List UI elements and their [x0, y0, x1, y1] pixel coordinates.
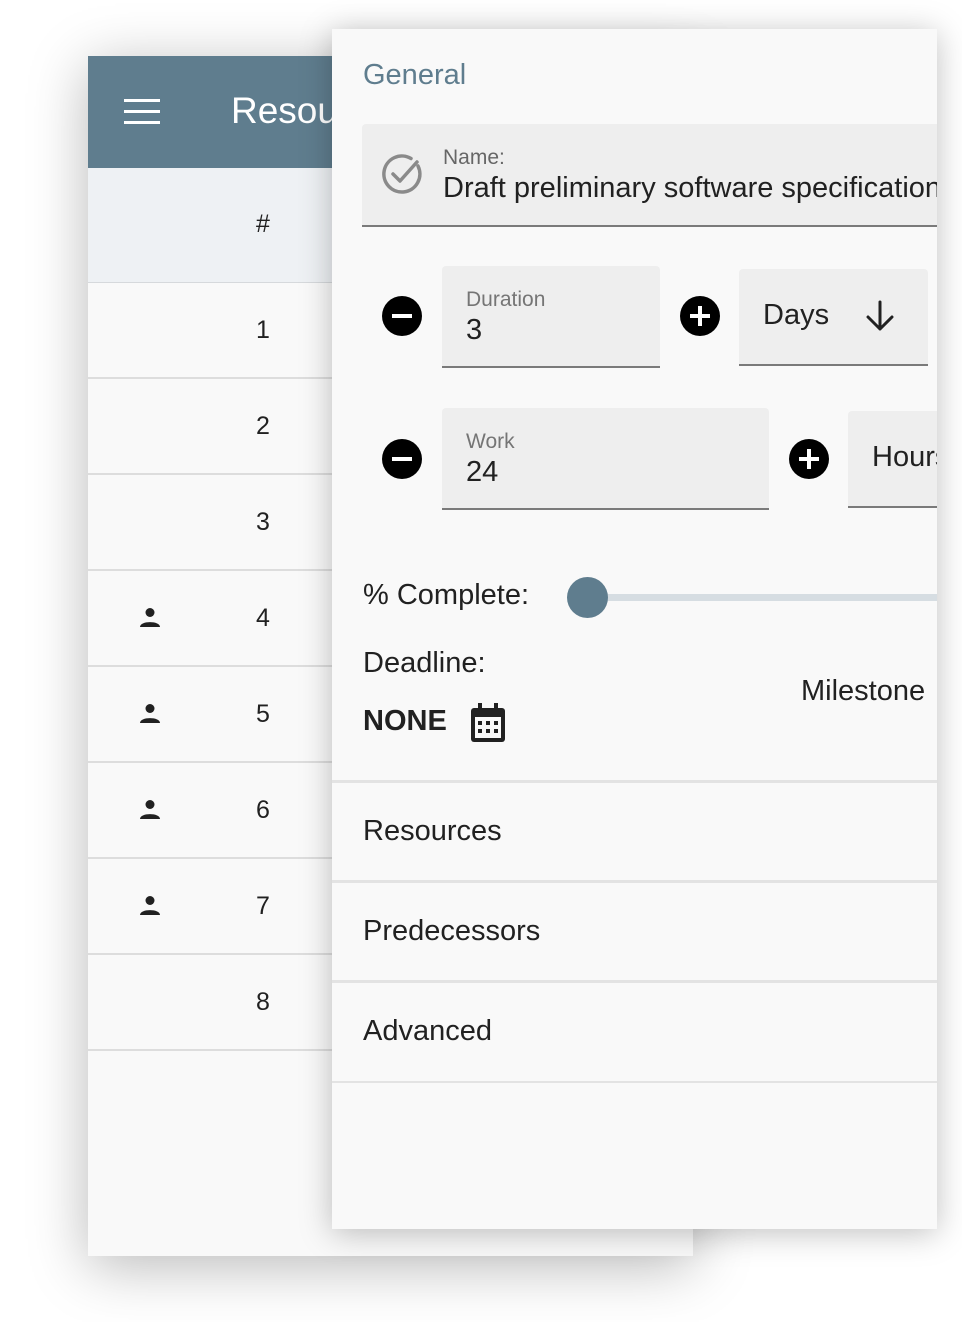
milestone-label: Milestone [801, 675, 926, 707]
percent-complete-slider[interactable] [582, 594, 937, 601]
duration-value: 3 [466, 314, 483, 346]
row-number: 2 [256, 412, 270, 440]
menu-icon[interactable] [124, 98, 160, 126]
percent-complete-label: % Complete: [363, 579, 530, 611]
name-field[interactable]: Name: Draft preliminary software specifi… [362, 124, 937, 227]
duration-label: Duration [466, 288, 546, 311]
row-number: 4 [256, 604, 270, 632]
section-predecessors[interactable]: Predecessors [332, 880, 937, 981]
work-label: Work [466, 430, 515, 453]
duration-field[interactable]: Duration 3 [442, 266, 660, 368]
section-header-general: General [363, 59, 467, 91]
percent-complete-slider-thumb[interactable] [566, 577, 608, 618]
name-label: Name: [443, 146, 505, 169]
check-circle-icon [382, 154, 422, 194]
person-icon [140, 608, 160, 627]
duration-unit-value: Days [763, 299, 830, 331]
section-advanced-label: Advanced [363, 1015, 492, 1047]
work-increase-button[interactable] [787, 437, 831, 481]
person-icon [140, 800, 160, 819]
arrow-down-icon [866, 300, 894, 331]
person-icon [140, 704, 160, 723]
row-number: 7 [256, 892, 270, 920]
calendar-icon[interactable] [469, 702, 507, 744]
section-resources[interactable]: Resources [332, 780, 937, 881]
duration-unit-select[interactable]: Days [739, 269, 928, 366]
section-resources-label: Resources [363, 815, 502, 847]
work-unit-select[interactable]: Hours [848, 411, 937, 508]
work-unit-value: Hours [872, 441, 937, 473]
deadline-label: Deadline: [363, 647, 486, 679]
task-edit-panel: General Name: Draft preliminary software… [332, 29, 937, 1229]
duration-decrease-button[interactable] [380, 294, 424, 338]
row-number: 6 [256, 796, 270, 824]
section-predecessors-label: Predecessors [363, 915, 541, 947]
duration-increase-button[interactable] [678, 294, 722, 338]
column-header-number: # [256, 210, 270, 238]
row-number: 3 [256, 508, 270, 536]
row-number: 8 [256, 988, 270, 1016]
work-decrease-button[interactable] [380, 437, 424, 481]
section-advanced[interactable]: Advanced [332, 980, 937, 1083]
deadline-value[interactable]: NONE [363, 705, 447, 738]
row-number: 1 [256, 316, 270, 344]
work-value: 24 [466, 456, 499, 488]
name-value: Draft preliminary software specification… [443, 172, 937, 204]
work-field[interactable]: Work 24 [442, 408, 769, 510]
row-number: 5 [256, 700, 270, 728]
person-icon [140, 896, 160, 915]
